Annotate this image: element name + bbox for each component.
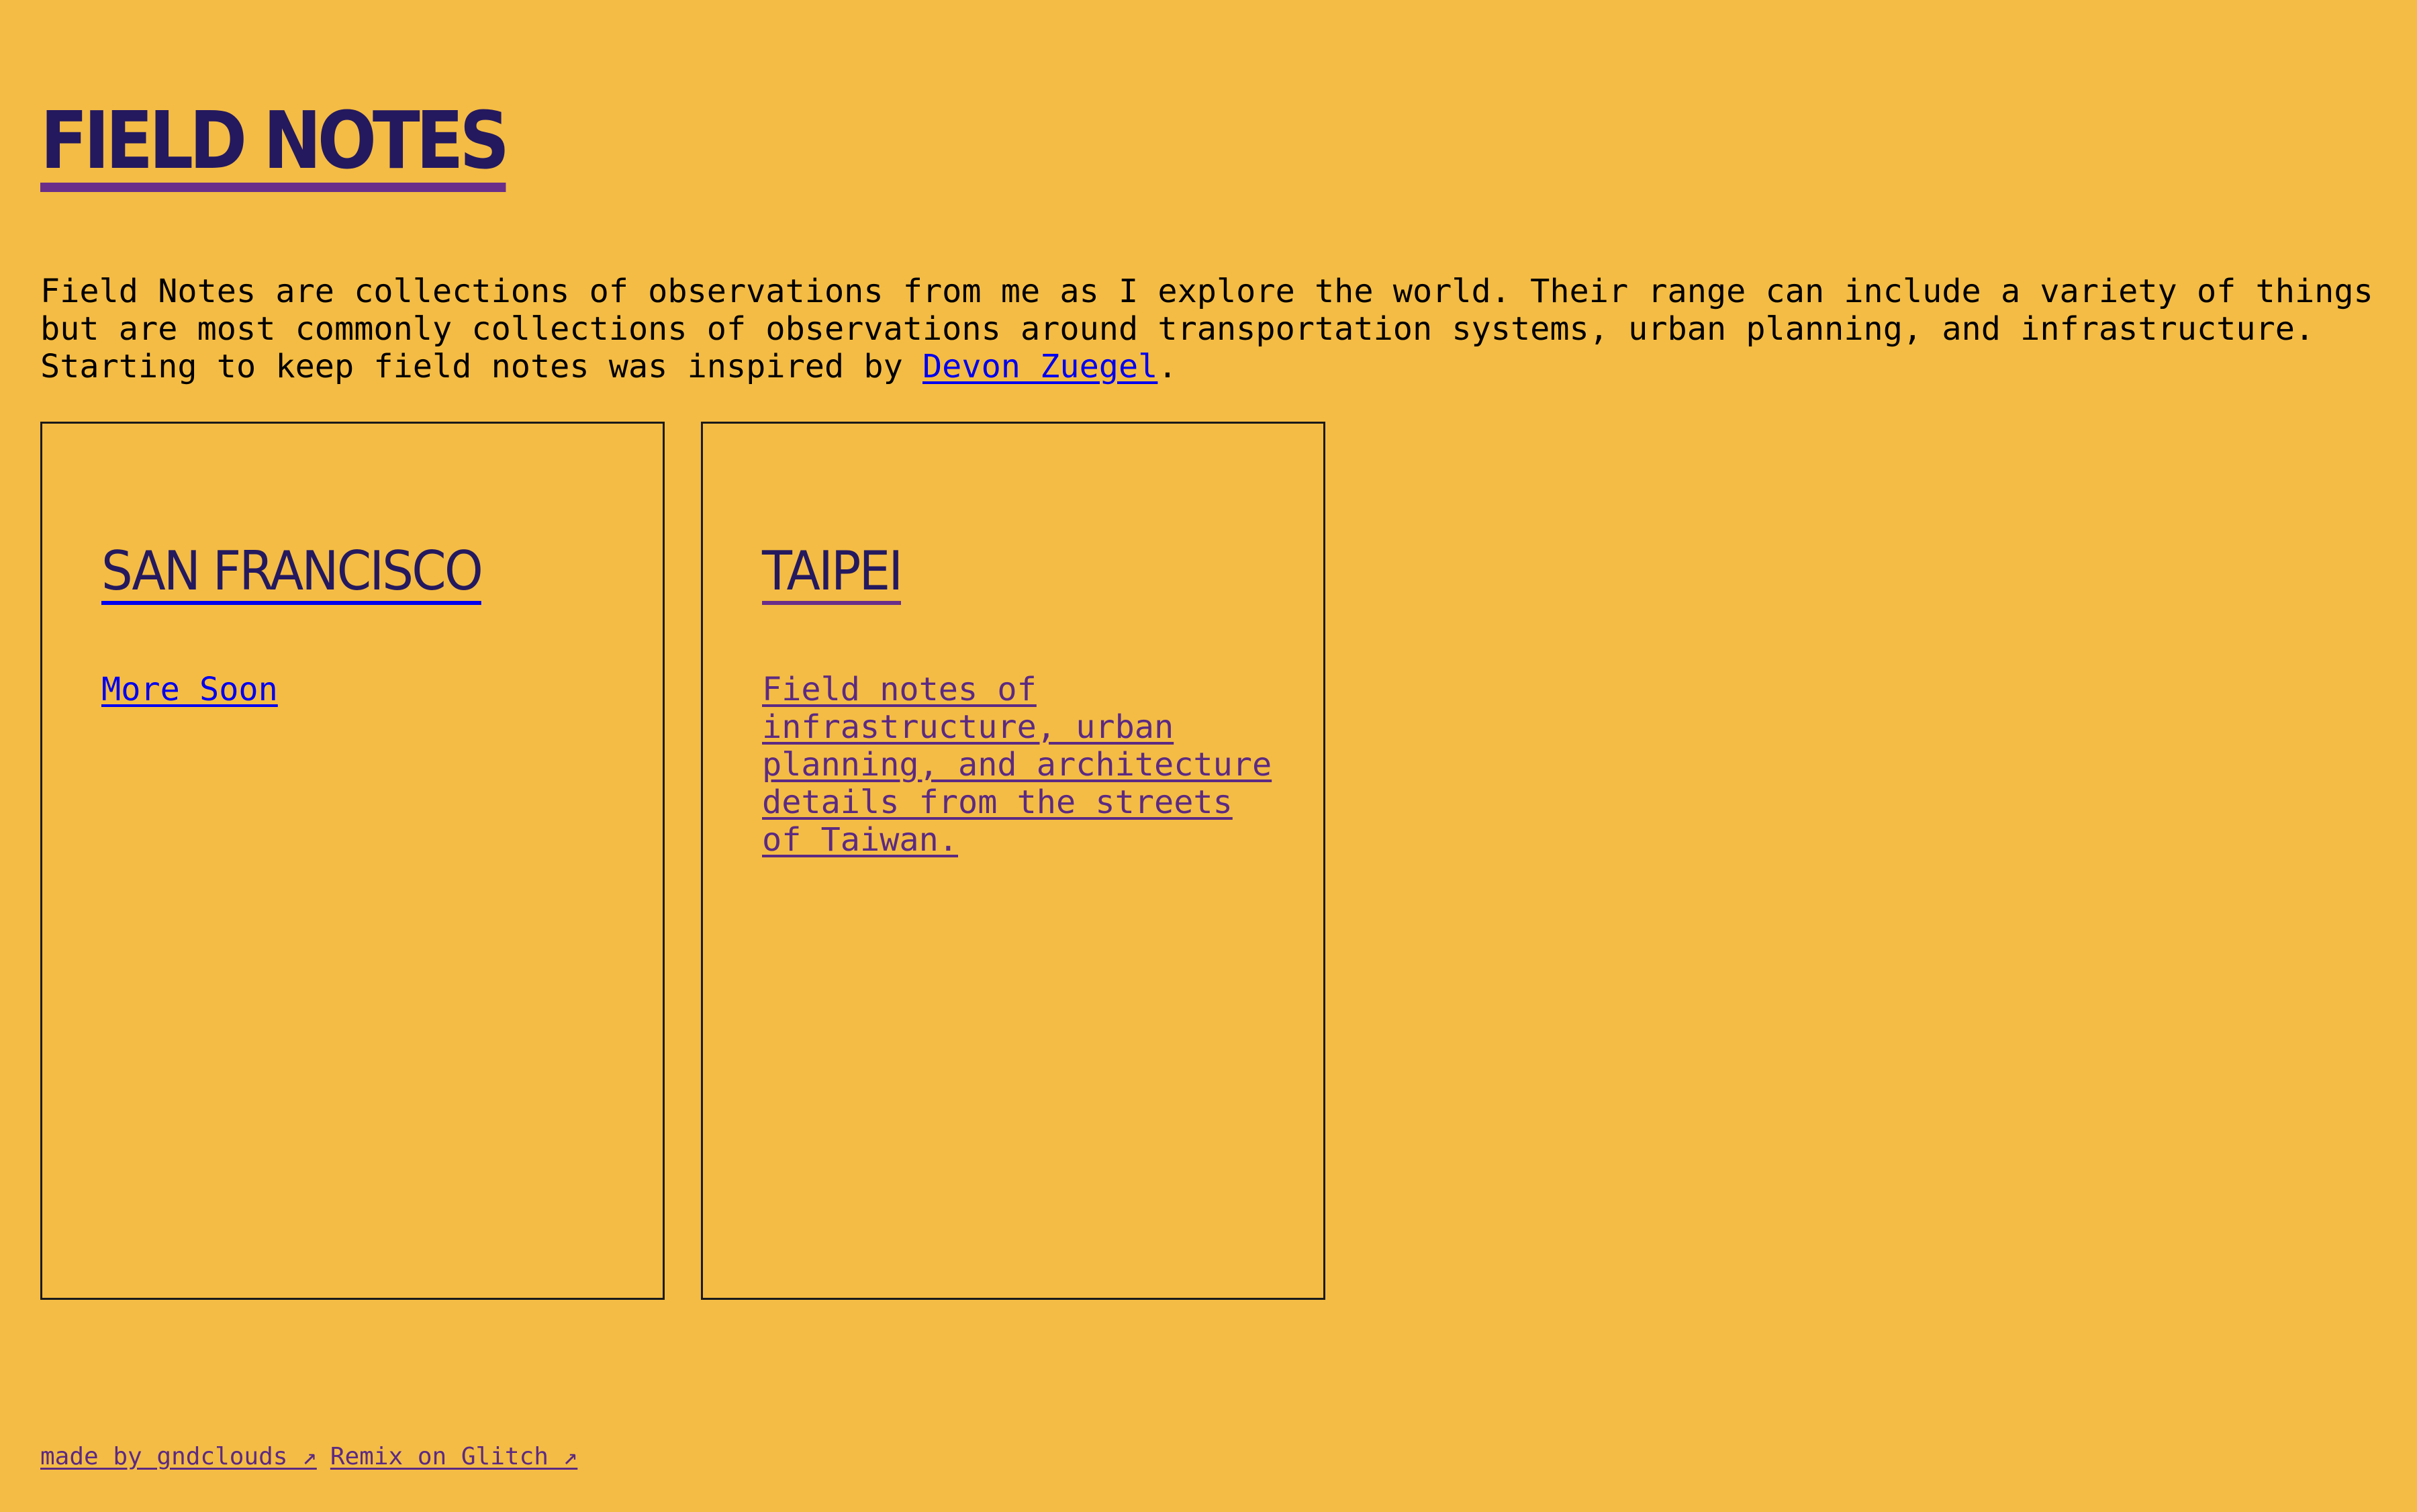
page-title: FIELD NOTES xyxy=(40,101,569,192)
card-title: SAN FRANCISCO xyxy=(101,542,514,605)
intro-paragraph: Field Notes are collections of observati… xyxy=(40,273,2404,385)
devon-zuegel-link[interactable]: Devon Zuegel xyxy=(922,348,1157,385)
intro-line-3-prefix: Starting to keep field notes was inspire… xyxy=(40,348,922,385)
card-san-francisco: SAN FRANCISCO More Soon xyxy=(40,422,665,1300)
intro-line-3-suffix: . xyxy=(1157,348,1178,385)
intro-line-2: but are most commonly collections of obs… xyxy=(40,310,2315,348)
made-by-link[interactable]: made by gndclouds ↗ xyxy=(40,1443,317,1470)
card-taipei: TAIPEI Field notes of infrastructure, ur… xyxy=(701,422,1325,1300)
footer: made by gndclouds ↗ Remix on Glitch ↗ xyxy=(40,1442,591,1472)
remix-on-glitch-link[interactable]: Remix on Glitch ↗ xyxy=(330,1443,577,1470)
card-title: TAIPEI xyxy=(762,542,913,605)
taipei-link[interactable]: TAIPEI xyxy=(762,542,903,605)
site-title-link[interactable]: FIELD NOTES xyxy=(40,101,510,192)
more-soon-link[interactable]: More Soon xyxy=(101,671,278,708)
card-description: Field notes of infrastructure, urban pla… xyxy=(762,671,1286,859)
card-description: More Soon xyxy=(101,671,625,708)
intro-line-1: Field Notes are collections of observati… xyxy=(40,273,2373,310)
san-francisco-link[interactable]: SAN FRANCISCO xyxy=(101,542,483,605)
taipei-description-link[interactable]: Field notes of infrastructure, urban pla… xyxy=(762,671,1272,859)
